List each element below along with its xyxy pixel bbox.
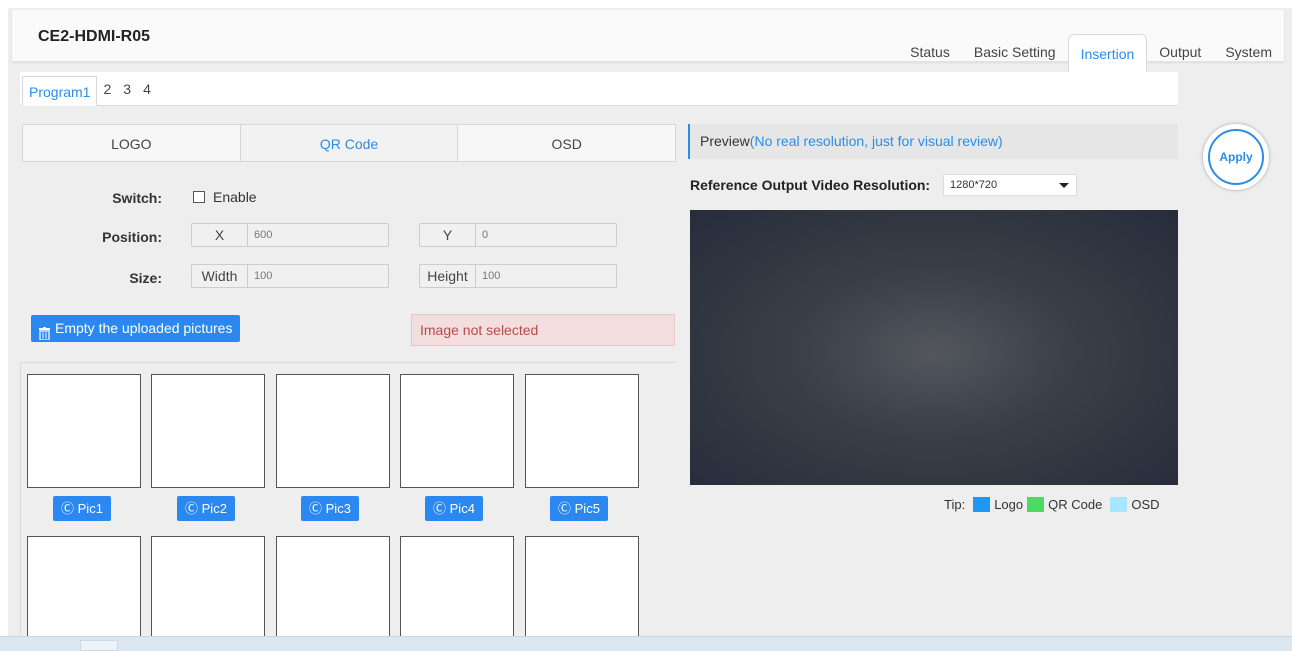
empty-pictures-button[interactable]: Empty the uploaded pictures xyxy=(31,315,241,342)
tab-osd[interactable]: OSD xyxy=(458,125,675,161)
pic10-slot[interactable] xyxy=(525,536,639,636)
pic4-label: Pic4 xyxy=(449,501,475,516)
pic1-upload-button[interactable]: Ⓒ Pic1 xyxy=(53,496,111,521)
tip-qr-label: QR Code xyxy=(1048,497,1103,512)
resolution-value: 1280*720 xyxy=(950,179,998,191)
bottom-taskbar-tab[interactable] xyxy=(80,640,118,651)
logo-swatch xyxy=(973,497,991,512)
qr-code-swatch xyxy=(1027,497,1045,512)
preview-title: Preview xyxy=(700,133,750,149)
width-field[interactable]: Width 100 xyxy=(191,264,389,288)
tab-logo[interactable]: LOGO xyxy=(23,125,241,161)
picture-grid: Ⓒ Pic1 Ⓒ Pic2 Ⓒ Pic3 Ⓒ Pic4 Ⓒ Pic5 xyxy=(20,362,676,636)
trash-icon xyxy=(39,322,50,341)
tip-legend: Tip: Logo QR Code OSD xyxy=(944,497,1160,512)
bottom-taskbar xyxy=(0,636,1292,651)
caret-down-icon xyxy=(1059,183,1069,188)
osd-swatch xyxy=(1110,497,1128,512)
y-prefix: Y xyxy=(420,224,476,246)
main-nav: Status Basic Setting Insertion Output Sy… xyxy=(898,32,1284,72)
pic2-upload-button[interactable]: Ⓒ Pic2 xyxy=(177,496,235,521)
pic2-slot[interactable] xyxy=(151,374,265,488)
resolution-select[interactable]: 1280*720 xyxy=(943,174,1077,196)
nav-system[interactable]: System xyxy=(1213,32,1284,72)
nav-output[interactable]: Output xyxy=(1147,32,1213,72)
nav-basic-setting[interactable]: Basic Setting xyxy=(962,32,1068,72)
resolution-label: Reference Output Video Resolution: xyxy=(690,177,931,193)
pic7-slot[interactable] xyxy=(151,536,265,636)
pic9-slot[interactable] xyxy=(400,536,514,636)
upload-icon: Ⓒ xyxy=(433,501,447,516)
pic4-slot[interactable] xyxy=(400,374,514,488)
pic5-slot[interactable] xyxy=(525,374,639,488)
tab-qr-code[interactable]: QR Code xyxy=(240,125,459,161)
pic5-label: Pic5 xyxy=(574,501,600,516)
pic5-upload-button[interactable]: Ⓒ Pic5 xyxy=(550,496,608,521)
pic3-label: Pic3 xyxy=(325,501,351,516)
nav-insertion[interactable]: Insertion xyxy=(1067,34,1148,72)
x-field[interactable]: X 600 xyxy=(191,223,389,247)
tip-label: Tip: xyxy=(944,497,966,512)
program-tabs: Program1 2 3 4 xyxy=(20,72,1178,106)
pic1-label: Pic1 xyxy=(77,501,103,516)
height-field[interactable]: Height 100 xyxy=(419,264,617,288)
size-label: Size: xyxy=(129,270,162,286)
x-value[interactable]: 600 xyxy=(248,229,272,241)
preview-screen xyxy=(690,210,1178,485)
pic1-slot[interactable] xyxy=(27,374,141,488)
upload-icon: Ⓒ xyxy=(558,501,572,516)
nav-status[interactable]: Status xyxy=(898,32,962,72)
empty-pictures-label: Empty the uploaded pictures xyxy=(55,320,233,336)
tab-program4[interactable]: 4 xyxy=(137,74,157,104)
tip-osd-label: OSD xyxy=(1131,497,1160,512)
pic3-upload-button[interactable]: Ⓒ Pic3 xyxy=(301,496,359,521)
top-header: CE2-HDMI-R05 Status Basic Setting Insert… xyxy=(12,10,1284,72)
tip-logo-label: Logo xyxy=(994,497,1024,512)
enable-checkbox-group[interactable]: Enable xyxy=(193,189,257,205)
pic8-slot[interactable] xyxy=(276,536,390,636)
width-prefix: Width xyxy=(192,265,248,287)
device-title: CE2-HDMI-R05 xyxy=(38,28,151,45)
pic4-upload-button[interactable]: Ⓒ Pic4 xyxy=(425,496,483,521)
upload-icon: Ⓒ xyxy=(309,501,323,516)
position-label: Position: xyxy=(102,229,162,245)
pic6-slot[interactable] xyxy=(27,536,141,636)
apply-button[interactable]: Apply xyxy=(1208,129,1264,185)
preview-header: Preview(No real resolution, just for vis… xyxy=(688,124,1178,159)
pic2-label: Pic2 xyxy=(201,501,227,516)
height-prefix: Height xyxy=(420,265,476,287)
tab-program1[interactable]: Program1 xyxy=(22,75,98,106)
image-not-selected-alert: Image not selected xyxy=(411,314,675,346)
enable-checkbox[interactable] xyxy=(193,191,205,203)
upload-icon: Ⓒ xyxy=(61,501,75,516)
y-value[interactable]: 0 xyxy=(476,229,488,241)
x-prefix: X xyxy=(192,224,248,246)
upload-icon: Ⓒ xyxy=(185,501,199,516)
pic3-slot[interactable] xyxy=(276,374,390,488)
tab-program3[interactable]: 3 xyxy=(117,74,137,104)
height-value[interactable]: 100 xyxy=(476,270,500,282)
y-field[interactable]: Y 0 xyxy=(419,223,617,247)
switch-label: Switch: xyxy=(112,190,162,206)
enable-label: Enable xyxy=(213,189,257,205)
insertion-type-tabs: LOGO QR Code OSD xyxy=(22,124,676,162)
width-value[interactable]: 100 xyxy=(248,270,272,282)
preview-hint: (No real resolution, just for visual rev… xyxy=(749,133,1003,149)
tab-program2[interactable]: 2 xyxy=(97,74,117,104)
